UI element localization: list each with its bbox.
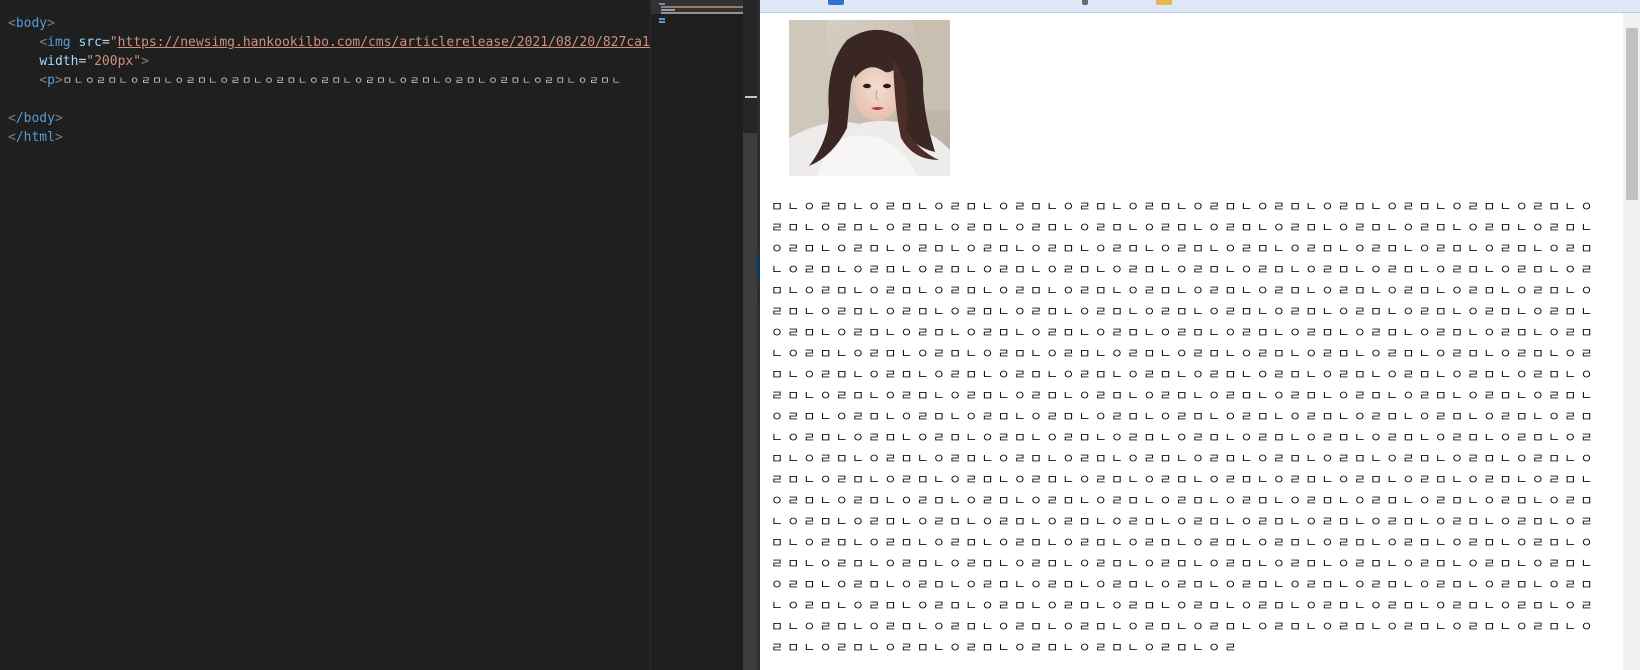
minimap-line xyxy=(659,18,665,20)
code-line-img[interactable]: <img src="https://newsimg.hankookilbo.co… xyxy=(8,33,650,52)
tag-name: /html xyxy=(15,130,55,145)
code-line-body-open[interactable]: <body> xyxy=(8,14,55,33)
minimap[interactable] xyxy=(651,0,743,670)
preview-scrollbar-thumb[interactable] xyxy=(1626,28,1638,200)
attribute-name: src xyxy=(78,35,102,50)
tag-name: /body xyxy=(15,111,55,126)
toolbar-folder-icon[interactable] xyxy=(1156,0,1172,5)
preview-toolbar xyxy=(760,0,1640,13)
editor-scrollbar-thumb[interactable] xyxy=(743,133,757,670)
browser-preview[interactable]: ㅁㄴㅇㄹㅁㄴㅇㄹㅁㄴㅇㄹㅁㄴㅇㄹㅁㄴㅇㄹㅁㄴㅇㄹㅁㄴㅇㄹㅁㄴㅇㄹㅁㄴㅇㄹㅁㄴㅇㄹ… xyxy=(760,0,1640,670)
tag-name: body xyxy=(15,16,48,31)
code-line-paragraph[interactable]: <p>ㅁㄴㅇㄹㅁㄴㅇㄹㅁㄴㅇㄹㅁㄴㅇㄹㅁㄴㅇㄹㅁㄴㅇㄹㅁㄴㅇㄹㅁㄴㅇㄹㅁㄴㅇㄹㅁ… xyxy=(8,71,623,90)
code-line-body-close[interactable]: </body> xyxy=(8,109,63,128)
attribute-name: width xyxy=(39,54,79,69)
portrait-photo xyxy=(789,20,950,176)
tag-name: img xyxy=(47,35,71,50)
portrait-photo-image xyxy=(789,20,950,176)
code-editor[interactable]: <body> <img src="https://newsimg.hankook… xyxy=(0,0,650,670)
scrollbar-cursor-marker xyxy=(745,96,757,98)
minimap-slider[interactable] xyxy=(651,0,743,14)
code-line-width[interactable]: width="200px"> xyxy=(8,52,149,71)
minimap-line xyxy=(659,21,665,23)
src-url-link[interactable]: https://newsimg.hankookilbo.com/cms/arti… xyxy=(118,35,650,50)
paragraph-source-text: ㅁㄴㅇㄹㅁㄴㅇㄹㅁㄴㅇㄹㅁㄴㅇㄹㅁㄴㅇㄹㅁㄴㅇㄹㅁㄴㅇㄹㅁㄴㅇㄹㅁㄴㅇㄹㅁㄴㅇㄹ… xyxy=(62,76,623,87)
toolbar-separator-icon xyxy=(1082,0,1088,5)
code-line-html-close[interactable]: </html> xyxy=(8,128,63,147)
tag-name: p xyxy=(47,73,55,88)
attribute-value: "200px" xyxy=(86,54,142,69)
paragraph-text: ㅁㄴㅇㄹㅁㄴㅇㄹㅁㄴㅇㄹㅁㄴㅇㄹㅁㄴㅇㄹㅁㄴㅇㄹㅁㄴㅇㄹㅁㄴㅇㄹㅁㄴㅇㄹㅁㄴㅇㄹ… xyxy=(771,200,1597,656)
toolbar-page-icon[interactable] xyxy=(828,0,844,5)
